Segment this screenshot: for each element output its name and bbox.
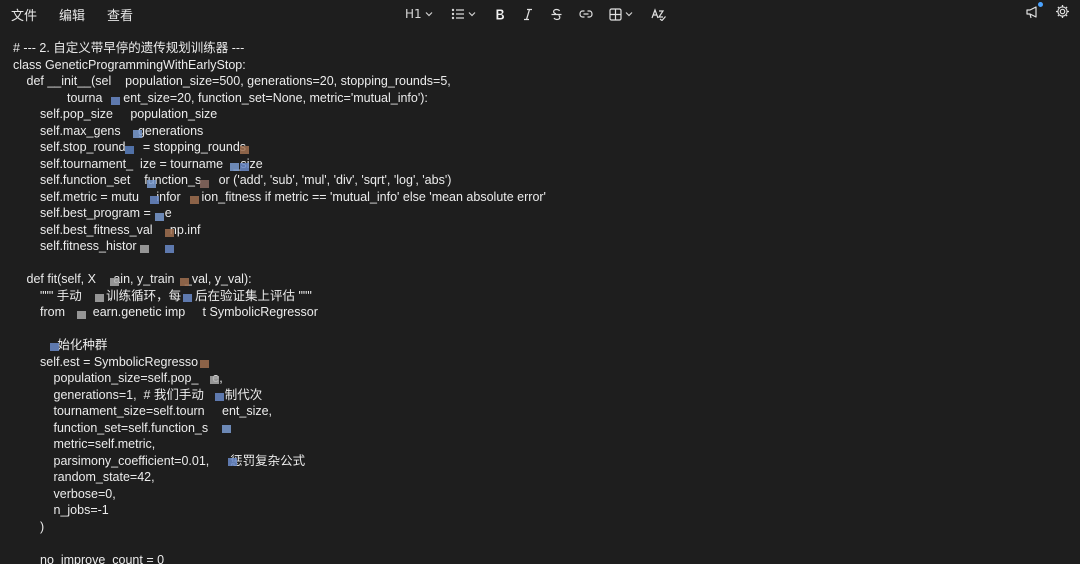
code-line: self.best_program = e (40, 206, 172, 220)
code-line: function_set=self.function_s (53, 420, 209, 435)
gear-icon (1056, 5, 1069, 18)
list-dropdown[interactable] (451, 4, 476, 24)
code-line: tournament_size=self.tourn ent_size, (53, 404, 273, 418)
redaction-mark (77, 311, 86, 319)
code-line: def fit(self, X ain, y_train _val, y_val… (26, 272, 252, 286)
window-actions (1025, 2, 1070, 23)
link-button[interactable] (579, 4, 593, 24)
redaction-mark (95, 294, 104, 302)
code-line: self.max_gens generations (40, 123, 204, 138)
code-line: parsimony_coefficient=0.01, 惩罚复杂公式 (53, 453, 306, 468)
code-line: """ 手动 训练循环，每 后在验证集上评估 """ (40, 288, 312, 303)
bullet-list-icon (451, 8, 464, 20)
redaction-mark (228, 458, 237, 466)
redaction-mark (155, 213, 164, 221)
redaction-mark (190, 196, 199, 204)
menu-edit[interactable]: 编辑 (59, 5, 85, 24)
chevron-down-icon (425, 12, 433, 17)
redaction-mark (147, 180, 156, 188)
redaction-mark (215, 393, 224, 401)
redaction-mark (165, 245, 174, 253)
heading-label: H1 (405, 7, 422, 21)
spellcheck-button[interactable] (651, 4, 666, 24)
code-line: n_jobs=-1 (53, 503, 109, 517)
chevron-down-icon (625, 12, 633, 17)
redaction-mark (240, 146, 249, 154)
code-line: generations=1, # 我们手动 制代次 (53, 387, 263, 402)
code-line: tourna ent_size=20, function_set=None, m… (67, 90, 428, 105)
code-line: self.metric = mutu infor ion_fitness if … (40, 189, 546, 204)
spellcheck-icon (651, 7, 666, 21)
code-line: metric=self.metric, (53, 437, 156, 451)
code-line: self.fitness_histor (40, 239, 137, 253)
code-line: no_improve_count = 0 (40, 552, 165, 564)
redaction-mark (111, 97, 120, 105)
megaphone-icon (1026, 6, 1037, 19)
notification-dot (1038, 2, 1043, 7)
bold-icon (496, 9, 504, 19)
code-line: # --- 2. 自定义带早停的遗传规划训练器 --- (13, 41, 245, 55)
redaction-mark (180, 278, 189, 286)
redaction-mark (133, 130, 142, 138)
italic-button[interactable] (522, 4, 534, 24)
strikethrough-button[interactable] (550, 4, 563, 24)
redaction-mark (140, 245, 149, 253)
settings-button[interactable] (1055, 4, 1070, 23)
link-icon (579, 10, 593, 18)
format-toolbar: H1 (405, 4, 666, 24)
redaction-mark (222, 425, 231, 433)
code-line: class GeneticProgrammingWithEarlyStop: (13, 57, 246, 72)
redaction-mark (210, 376, 219, 384)
code-line: verbose=0, (53, 486, 116, 501)
code-line: self.best_fitness_val np.inf (40, 222, 201, 237)
redaction-mark (50, 343, 59, 351)
redaction-mark (150, 196, 159, 204)
code-line: self.function_set function_s or ('add', … (40, 173, 452, 187)
code-line: def __init__(sel population_size=500, ge… (26, 74, 451, 88)
italic-icon (523, 8, 532, 20)
editor-content[interactable]: # --- 2. 自定义带早停的遗传规划训练器 --- class Genetic… (0, 40, 1080, 564)
table-dropdown[interactable] (609, 4, 633, 24)
redaction-mark (110, 278, 119, 286)
code-line: self.pop_size population_size (40, 107, 218, 121)
redaction-mark (183, 294, 192, 302)
heading-dropdown[interactable]: H1 (405, 4, 433, 24)
redaction-mark (125, 146, 134, 154)
menu-view[interactable]: 查看 (107, 5, 133, 24)
announcement-button[interactable] (1025, 2, 1043, 23)
chevron-down-icon (468, 12, 476, 17)
code-line: population_size=self.pop_ e, (53, 371, 223, 385)
code-line: self.est = SymbolicRegresso (40, 354, 199, 369)
code-line: ) (40, 519, 45, 534)
redaction-mark (200, 180, 209, 188)
strikethrough-icon (551, 8, 562, 20)
code-line: self.stop_round = stopping_rounds (40, 140, 247, 154)
redaction-mark (230, 163, 239, 171)
menu-file[interactable]: 文件 (11, 5, 37, 24)
code-line: random_state=42, (53, 470, 155, 484)
bold-button[interactable] (494, 4, 506, 24)
redaction-mark (240, 163, 249, 171)
redaction-mark (165, 229, 174, 237)
table-icon (609, 7, 622, 21)
redaction-mark (200, 360, 209, 368)
